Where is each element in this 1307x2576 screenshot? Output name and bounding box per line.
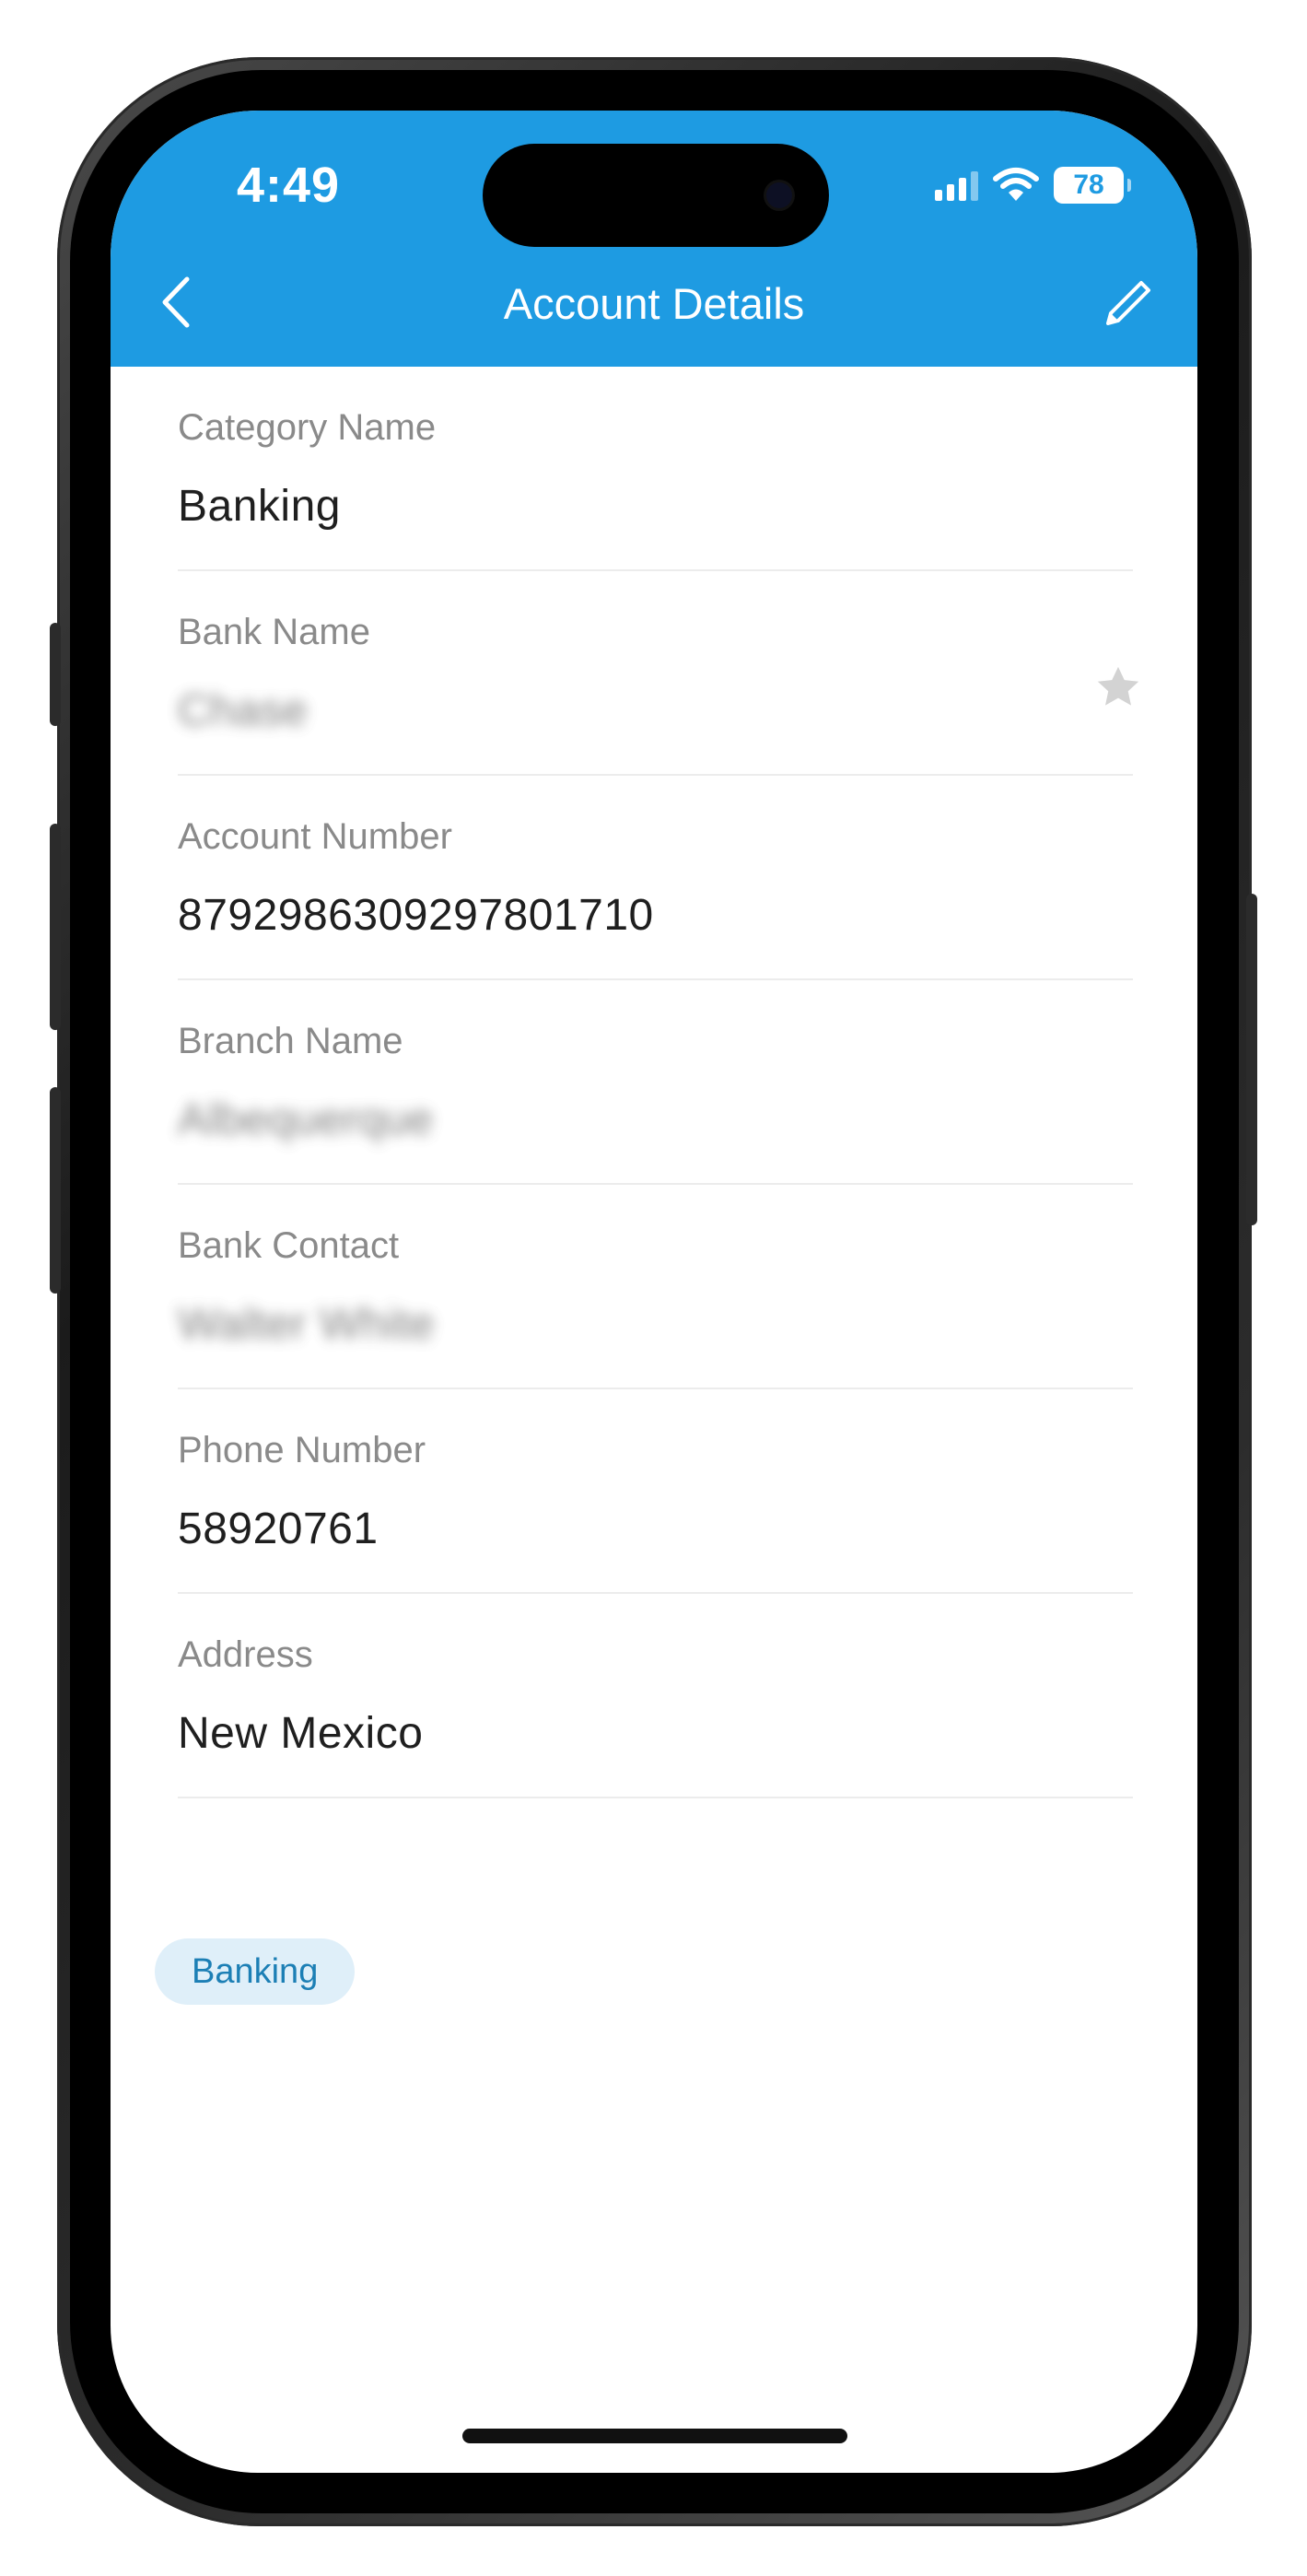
account-number-field: Account Number 8792986309297801710 [178, 776, 1133, 980]
branch-name-field: Branch Name Albequerque [178, 980, 1133, 1185]
pencil-icon [1106, 281, 1150, 325]
camera-icon [766, 182, 792, 208]
address-field: Address New Mexico [178, 1594, 1133, 1798]
bank-name-field: Bank Name Chase [178, 571, 1139, 776]
battery-icon: 78 [1054, 167, 1131, 204]
action-button [50, 623, 61, 726]
volume-up-button [50, 824, 61, 1030]
dynamic-island [483, 144, 829, 247]
field-value[interactable]: Walter White [178, 1299, 435, 1350]
field-label: Branch Name [178, 1021, 403, 1061]
page-title: Account Details [503, 279, 805, 328]
phone-number-field: Phone Number 58920761 [178, 1389, 1133, 1594]
field-value[interactable]: 8792986309297801710 [178, 890, 654, 941]
battery-percent: 78 [1073, 170, 1104, 200]
field-value[interactable]: New Mexico [178, 1708, 423, 1759]
power-button [1246, 894, 1257, 1225]
field-value[interactable]: Banking [178, 481, 341, 532]
volume-down-button [50, 1087, 61, 1294]
star-icon [1097, 666, 1139, 706]
app-header: 4:49 78 Account Details [111, 111, 1197, 367]
field-label: Account Number [178, 816, 452, 857]
wifi-icon [993, 168, 1039, 201]
status-icons: 78 [935, 164, 1131, 206]
field-label: Address [178, 1634, 313, 1675]
field-label: Phone Number [178, 1430, 426, 1470]
home-indicator[interactable] [462, 2429, 847, 2443]
field-value[interactable]: 58920761 [178, 1504, 379, 1554]
favorite-button[interactable] [1092, 662, 1144, 713]
app-screen: 4:49 78 Account Details Category Name Ba… [111, 111, 1197, 2473]
tag-chip-banking[interactable]: Banking [155, 1938, 356, 2005]
field-value[interactable]: Chase [178, 685, 308, 736]
field-label: Bank Contact [178, 1225, 400, 1266]
cellular-signal-icon [935, 170, 978, 201]
field-label: Category Name [178, 407, 437, 448]
account-details-list: Category Name Banking Bank Name Chase Ac… [178, 367, 1139, 1798]
field-label: Bank Name [178, 612, 370, 652]
edit-button[interactable] [1098, 273, 1159, 334]
status-time: 4:49 [237, 158, 341, 213]
bank-contact-field: Bank Contact Walter White [178, 1185, 1133, 1389]
field-value[interactable]: Albequerque [178, 1095, 434, 1145]
category-name-field: Category Name Banking [178, 367, 1133, 571]
